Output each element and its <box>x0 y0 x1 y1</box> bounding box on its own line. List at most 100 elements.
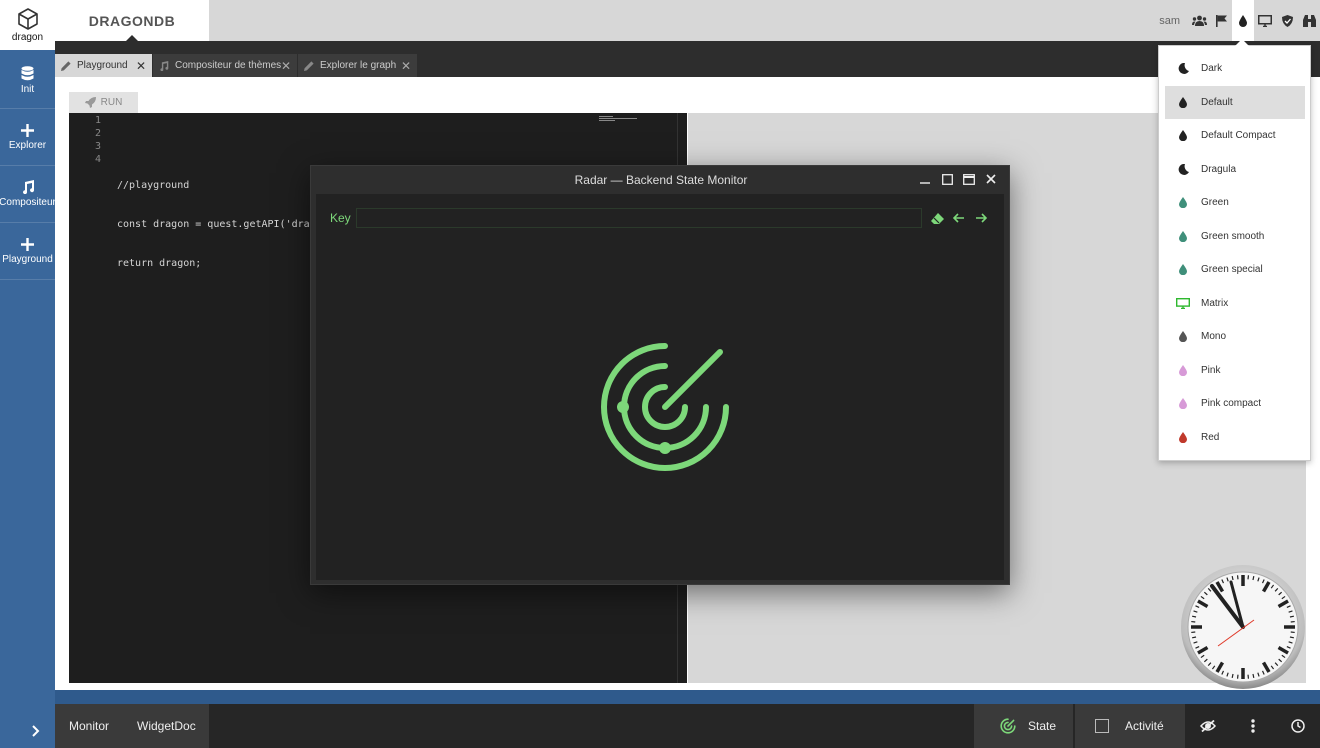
theme-option-label: Green <box>1201 197 1229 208</box>
dialog-body: Key <box>316 194 1004 580</box>
sidebar-item-label: Explorer <box>8 139 47 151</box>
cube-icon <box>17 8 38 30</box>
droplet-icon <box>1165 431 1201 443</box>
flag-icon[interactable] <box>1210 0 1232 41</box>
sidebar-item-init[interactable]: Init <box>0 52 55 109</box>
droplet-icon <box>1165 230 1201 242</box>
theme-option-default[interactable]: Default <box>1165 85 1305 119</box>
theme-option-dark[interactable]: Dark <box>1165 52 1305 85</box>
minimap[interactable] <box>599 116 639 122</box>
plus-icon <box>21 237 34 251</box>
theme-option-label: Green special <box>1201 264 1263 275</box>
top-bar: DRAGONDB sam <box>55 0 1320 41</box>
window-controls <box>917 170 999 188</box>
theme-option-label: Dark <box>1201 63 1223 74</box>
eye-slash-icon[interactable] <box>1185 704 1230 748</box>
music-icon <box>160 60 169 71</box>
clock-icon[interactable] <box>1275 704 1320 748</box>
droplet-icon[interactable] <box>1232 0 1254 41</box>
close-icon[interactable]: ✕ <box>401 59 411 73</box>
theme-option-dragula[interactable]: Dragula <box>1165 153 1305 186</box>
key-label: Key <box>330 211 351 225</box>
droplet-icon <box>1165 331 1201 342</box>
arrow-left-icon[interactable] <box>952 208 966 228</box>
chevron-right-icon[interactable] <box>32 724 40 742</box>
more-vertical-icon[interactable] <box>1230 704 1275 748</box>
minimize-icon[interactable] <box>917 170 933 188</box>
droplet-icon <box>1165 264 1201 275</box>
line-number: 4 <box>94 154 101 165</box>
tab-explorer-graph[interactable]: Explorer le graph ✕ <box>298 54 417 77</box>
theme-option-label: Pink compact <box>1201 398 1262 409</box>
theme-option-pink[interactable]: Pink <box>1165 354 1305 387</box>
top-toolbar: sam <box>1159 0 1320 41</box>
sidebar-item-playground[interactable]: Playground <box>0 223 55 280</box>
logo-text: dragon <box>11 32 44 43</box>
droplet-icon <box>1165 130 1201 141</box>
pencil-icon <box>304 60 314 71</box>
theme-option-green-smooth[interactable]: Green smooth <box>1165 220 1305 253</box>
tab-compositeur[interactable]: Compositeur de thèmes ✕ <box>153 54 297 77</box>
taskbar-right: State Activité <box>974 704 1320 748</box>
line-number: 3 <box>94 141 101 152</box>
theme-option-label: Mono <box>1201 331 1227 342</box>
theme-option-green[interactable]: Green <box>1165 186 1305 219</box>
droplet-icon <box>1165 364 1201 376</box>
users-icon[interactable] <box>1188 0 1210 41</box>
theme-menu: Dark Default Default Compact Dragula Green Gr… <box>1158 39 1311 461</box>
tab-playground[interactable]: Playground ✕ <box>55 54 152 77</box>
theme-option-green-special[interactable]: Green special <box>1165 253 1305 286</box>
tab-label: Playground <box>77 60 128 71</box>
radar-dialog: Radar — Backend State Monitor Key <box>310 165 1010 585</box>
activity-checkbox[interactable] <box>1095 719 1109 733</box>
droplet-icon <box>1165 96 1201 108</box>
key-input[interactable] <box>356 208 922 228</box>
taskbar: Monitor WidgetDoc State Activité <box>55 704 1320 748</box>
key-actions <box>930 208 988 228</box>
theme-option-matrix[interactable]: Matrix <box>1165 287 1305 320</box>
run-label: RUN <box>100 97 123 108</box>
theme-option-red[interactable]: Red <box>1165 421 1305 454</box>
theme-option-label: Default <box>1201 96 1233 108</box>
database-icon <box>21 65 34 80</box>
shield-icon[interactable] <box>1276 0 1298 41</box>
rocket-icon <box>84 97 96 108</box>
dialog-title[interactable]: Radar — Backend State Monitor <box>311 166 1011 193</box>
close-icon[interactable] <box>983 170 999 188</box>
logo[interactable]: dragon <box>0 0 55 50</box>
maximize-icon[interactable] <box>961 170 977 188</box>
monitor-icon[interactable] <box>1254 0 1276 41</box>
arrow-right-icon[interactable] <box>974 208 988 228</box>
activity-toggle[interactable]: Activité <box>1075 704 1185 748</box>
state-label: State <box>1028 719 1057 733</box>
taskbar-item-monitor[interactable]: Monitor <box>55 719 123 733</box>
sidebar-item-compositeur[interactable]: Compositeur <box>0 166 56 223</box>
taskbar-apps: Monitor WidgetDoc <box>55 704 209 748</box>
taskbar-item-widgetdoc[interactable]: WidgetDoc <box>123 719 210 733</box>
theme-option-pink-compact[interactable]: Pink compact <box>1165 387 1305 420</box>
droplet-icon <box>1165 398 1201 409</box>
radar-icon <box>601 343 729 471</box>
sidebar-item-label: Compositeur <box>0 197 56 208</box>
sidebar-item-label: Playground <box>2 253 53 265</box>
theme-option-default-compact[interactable]: Default Compact <box>1165 119 1305 152</box>
line-numbers: 1 2 3 4 <box>69 114 101 166</box>
restore-icon[interactable] <box>939 170 955 188</box>
binoculars-icon[interactable] <box>1298 0 1320 41</box>
close-icon[interactable]: ✕ <box>281 59 291 73</box>
tab-bar: Playground ✕ Compositeur de thèmes ✕ Exp… <box>55 41 1320 77</box>
theme-option-label: Green smooth <box>1201 230 1265 242</box>
run-button[interactable]: RUN <box>69 92 138 113</box>
moon-icon <box>1165 163 1201 175</box>
theme-option-label: Pink <box>1201 364 1221 376</box>
sidebar-item-explorer[interactable]: Explorer <box>0 109 55 166</box>
theme-option-mono[interactable]: Mono <box>1165 320 1305 353</box>
music-icon <box>22 180 34 194</box>
eraser-icon[interactable] <box>930 208 944 228</box>
theme-option-label: Red <box>1201 431 1220 443</box>
clock-widget[interactable] <box>1180 564 1306 690</box>
user-name[interactable]: sam <box>1159 15 1180 27</box>
radar-icon <box>1000 718 1016 734</box>
state-button[interactable]: State <box>974 704 1073 748</box>
close-icon[interactable]: ✕ <box>136 59 146 73</box>
